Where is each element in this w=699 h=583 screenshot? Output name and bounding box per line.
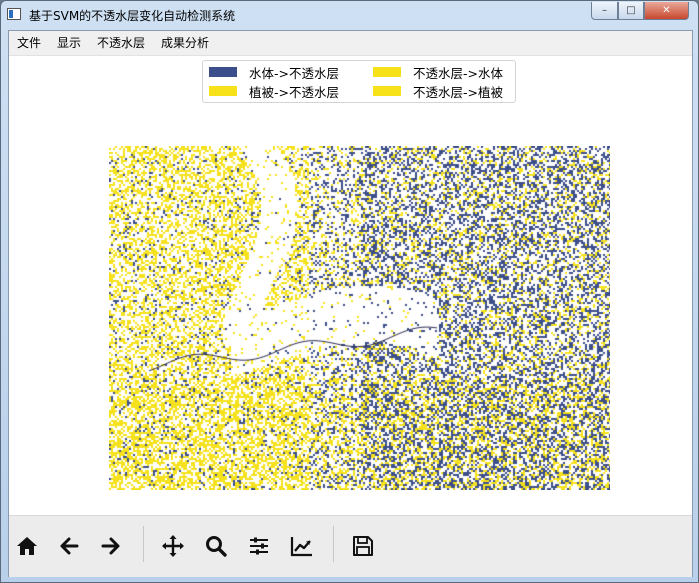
legend-label: 植被->不透水层 xyxy=(249,84,339,100)
minimize-button[interactable]: – xyxy=(591,2,618,20)
back-button[interactable] xyxy=(55,532,83,560)
window-title: 基于SVM的不透水层变化自动检测系统 xyxy=(29,9,236,23)
legend-label: 不透水层->植被 xyxy=(413,84,503,100)
title-bar[interactable]: 基于SVM的不透水层变化自动检测系统 – □ ✕ xyxy=(1,1,698,29)
legend-entry-veg-to-impervious: 植被->不透水层 xyxy=(209,82,339,100)
edit-axis-icon xyxy=(290,537,312,557)
save-button[interactable] xyxy=(349,532,377,560)
legend-label: 水体->不透水层 xyxy=(249,65,339,81)
client-area: 文件 显示 不透水层 成果分析 水体->不透水层 不透水层->水体 植被->不透… xyxy=(8,30,693,577)
legend-entry-impervious-to-water: 不透水层->水体 xyxy=(373,63,503,81)
forward-button[interactable] xyxy=(97,532,125,560)
legend-swatch xyxy=(373,67,401,77)
toolbar-separator xyxy=(333,526,334,562)
change-detection-map[interactable] xyxy=(109,146,610,490)
menu-display[interactable]: 显示 xyxy=(49,31,89,55)
home-button[interactable] xyxy=(13,532,41,560)
zoom-icon xyxy=(206,536,227,557)
close-button[interactable]: ✕ xyxy=(644,2,689,20)
legend-swatch xyxy=(209,67,237,77)
app-window: 基于SVM的不透水层变化自动检测系统 – □ ✕ 文件 显示 不透水层 成果分析… xyxy=(0,0,699,583)
legend-label: 不透水层->水体 xyxy=(413,65,503,81)
back-icon xyxy=(60,537,79,555)
pan-button[interactable] xyxy=(159,532,187,560)
menu-bar: 文件 显示 不透水层 成果分析 xyxy=(9,31,692,56)
legend-entry-water-to-impervious: 水体->不透水层 xyxy=(209,63,339,81)
menu-result-analysis[interactable]: 成果分析 xyxy=(153,31,217,55)
configure-subplots-icon xyxy=(250,537,268,555)
legend-swatch xyxy=(209,86,237,96)
configure-subplots-button[interactable] xyxy=(245,532,273,560)
zoom-button[interactable] xyxy=(202,532,230,560)
save-icon xyxy=(353,536,373,556)
app-icon xyxy=(7,8,21,20)
menu-impervious-layer[interactable]: 不透水层 xyxy=(89,31,153,55)
figure-canvas[interactable]: 水体->不透水层 不透水层->水体 植被->不透水层 不透水层->植被 xyxy=(9,56,692,514)
legend: 水体->不透水层 不透水层->水体 植被->不透水层 不透水层->植被 xyxy=(202,60,516,103)
toolbar-separator xyxy=(143,526,144,562)
home-icon xyxy=(17,537,37,555)
legend-entry-impervious-to-veg: 不透水层->植被 xyxy=(373,82,503,100)
edit-axis-button[interactable] xyxy=(288,532,316,560)
forward-icon xyxy=(101,537,120,555)
pan-icon xyxy=(162,535,184,557)
menu-file[interactable]: 文件 xyxy=(9,31,49,55)
maximize-button[interactable]: □ xyxy=(618,2,644,20)
navigation-toolbar xyxy=(9,515,692,577)
legend-swatch xyxy=(373,86,401,96)
